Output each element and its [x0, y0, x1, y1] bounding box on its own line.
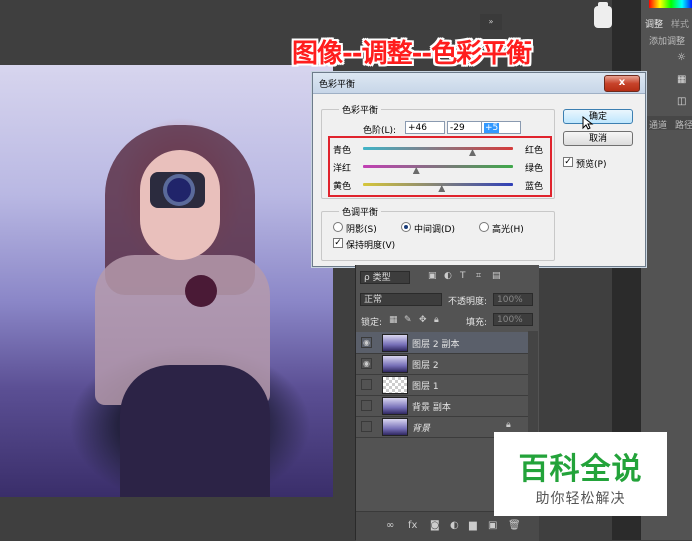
slider-label-yellow: 黄色	[333, 182, 352, 192]
preserve-luminosity-label[interactable]: 保持明度(V)	[346, 238, 395, 251]
layer-name: 图层 1	[412, 382, 439, 392]
layer-thumbnail	[382, 355, 408, 373]
level-input-yellow-blue-text: +5	[484, 123, 500, 133]
layer-lock-icon: 🔒︎	[506, 420, 511, 430]
radio-midtones[interactable]	[401, 222, 411, 232]
layer-name: 图层 2	[412, 361, 439, 371]
visibility-eye-icon[interactable]: ◉	[361, 337, 372, 348]
blend-mode-select[interactable]: 正常	[360, 293, 442, 306]
layer-row[interactable]: ◉ 图层 2	[356, 353, 528, 375]
lock-all-icon[interactable]: 🔒︎	[434, 315, 439, 325]
ok-button[interactable]: 确定	[563, 109, 633, 124]
dialog-title: 色彩平衡	[319, 80, 356, 90]
level-input-cyan-red[interactable]: +46	[405, 121, 445, 134]
level-input-yellow-blue[interactable]: +5	[481, 121, 521, 134]
layer-thumbnail	[382, 418, 408, 436]
layer-name: 背景	[412, 424, 431, 434]
filter-adjust-icon[interactable]: ◐	[444, 271, 452, 281]
layer-row[interactable]: ◉ 图层 2 副本	[356, 332, 528, 354]
visibility-eye-icon[interactable]	[361, 421, 372, 432]
lock-label: 锁定:	[361, 318, 383, 328]
tab-adjust[interactable]: 调整	[645, 17, 663, 30]
new-group-icon[interactable]: ▆	[469, 520, 477, 531]
close-button[interactable]: x	[604, 75, 640, 92]
layer-style-icon[interactable]: fx	[408, 520, 417, 531]
visibility-eye-icon[interactable]	[361, 379, 372, 390]
tab-path[interactable]: 路径	[675, 118, 692, 131]
layer-thumbnail	[382, 397, 408, 415]
brightness-icon[interactable]: ☼	[677, 52, 689, 63]
tab-channel[interactable]: 通道	[649, 118, 667, 131]
tab-style[interactable]: 样式	[671, 17, 689, 30]
new-layer-icon[interactable]: ▣	[488, 520, 497, 531]
camera-lens	[167, 178, 191, 202]
radio-highlights-label[interactable]: 高光(H)	[492, 222, 524, 235]
add-adjust-label: 添加调整	[649, 37, 686, 47]
slider-label-blue: 蓝色	[525, 182, 544, 192]
layer-thumbnail	[382, 334, 408, 352]
color-balance-dialog: 色彩平衡 x 色彩平衡 色阶(L): +46 -29 +5 青色 红色 洋红 绿…	[312, 72, 646, 267]
preview-label[interactable]: 预览(P)	[576, 157, 606, 170]
preserve-luminosity-checkbox[interactable]: ✓	[333, 238, 343, 248]
tutorial-caption: 图像--调整--色彩平衡	[292, 39, 532, 69]
filter-shape-icon[interactable]: ⌗	[476, 271, 481, 281]
layer-row[interactable]: 图层 1	[356, 374, 528, 396]
slider-label-magenta: 洋红	[333, 164, 352, 174]
fill-input[interactable]: 100%	[493, 313, 533, 326]
cancel-button[interactable]: 取消	[563, 131, 633, 146]
visibility-eye-icon[interactable]: ◉	[361, 358, 372, 369]
watermark-title: 百科全说	[518, 452, 643, 487]
visibility-eye-icon[interactable]	[361, 400, 372, 411]
slider-track-magenta-green[interactable]	[363, 165, 513, 168]
usb-icon	[594, 2, 612, 28]
layer-name: 背景 副本	[412, 403, 451, 413]
watermark-logo: 百科全说 助你轻松解决	[494, 432, 667, 516]
preview-checkbox[interactable]: ✓	[563, 157, 573, 167]
lock-move-icon[interactable]: ✥	[419, 315, 427, 325]
tone-balance-group	[321, 211, 555, 261]
filter-smart-icon[interactable]: ▤	[492, 271, 501, 281]
color-spectrum[interactable]	[649, 0, 692, 8]
tone-balance-legend: 色调平衡	[339, 205, 382, 218]
slider-track-cyan-red[interactable]	[363, 147, 513, 150]
lock-brush-icon[interactable]: ✎	[404, 315, 412, 325]
collapsed-panel-button[interactable]: »	[480, 14, 502, 30]
fill-label: 填充:	[466, 318, 488, 328]
layer-thumbnail	[382, 376, 408, 394]
curves-icon[interactable]: ◫	[677, 96, 689, 107]
slider-label-red: 红色	[525, 146, 544, 156]
layer-name: 图层 2 副本	[412, 340, 460, 350]
radio-shadows[interactable]	[333, 222, 343, 232]
link-layers-icon[interactable]: ∞	[386, 520, 394, 531]
mouse-cursor-icon	[582, 116, 594, 130]
lock-transparent-icon[interactable]: ▦	[389, 315, 398, 325]
watermark-slogan: 助你轻松解决	[535, 491, 626, 507]
slider-label-green: 绿色	[525, 164, 544, 174]
levels-icon[interactable]: ▦	[677, 74, 689, 85]
color-balance-legend: 色彩平衡	[339, 103, 382, 116]
radio-highlights[interactable]	[479, 222, 489, 232]
canvas-photo[interactable]	[0, 65, 333, 497]
filter-type-icon[interactable]: T	[460, 271, 466, 281]
levels-label: 色阶(L):	[363, 126, 397, 136]
opacity-label: 不透明度:	[448, 297, 488, 307]
opacity-input[interactable]: 100%	[493, 293, 533, 306]
radio-midtones-label[interactable]: 中间调(D)	[414, 222, 455, 235]
slider-track-yellow-blue[interactable]	[363, 183, 513, 186]
dialog-titlebar[interactable]: 色彩平衡 x	[313, 73, 645, 94]
layer-row[interactable]: 背景 副本	[356, 395, 528, 417]
delete-layer-icon[interactable]: 🗑	[508, 520, 521, 531]
layer-mask-icon[interactable]: ◙	[430, 520, 440, 531]
radio-shadows-label[interactable]: 阴影(S)	[346, 222, 377, 235]
slider-label-cyan: 青色	[333, 146, 352, 156]
adjustment-layer-icon[interactable]: ◐	[450, 520, 459, 531]
layer-filter-select[interactable]: ρ 类型	[360, 271, 410, 284]
filter-image-icon[interactable]: ▣	[428, 271, 437, 281]
